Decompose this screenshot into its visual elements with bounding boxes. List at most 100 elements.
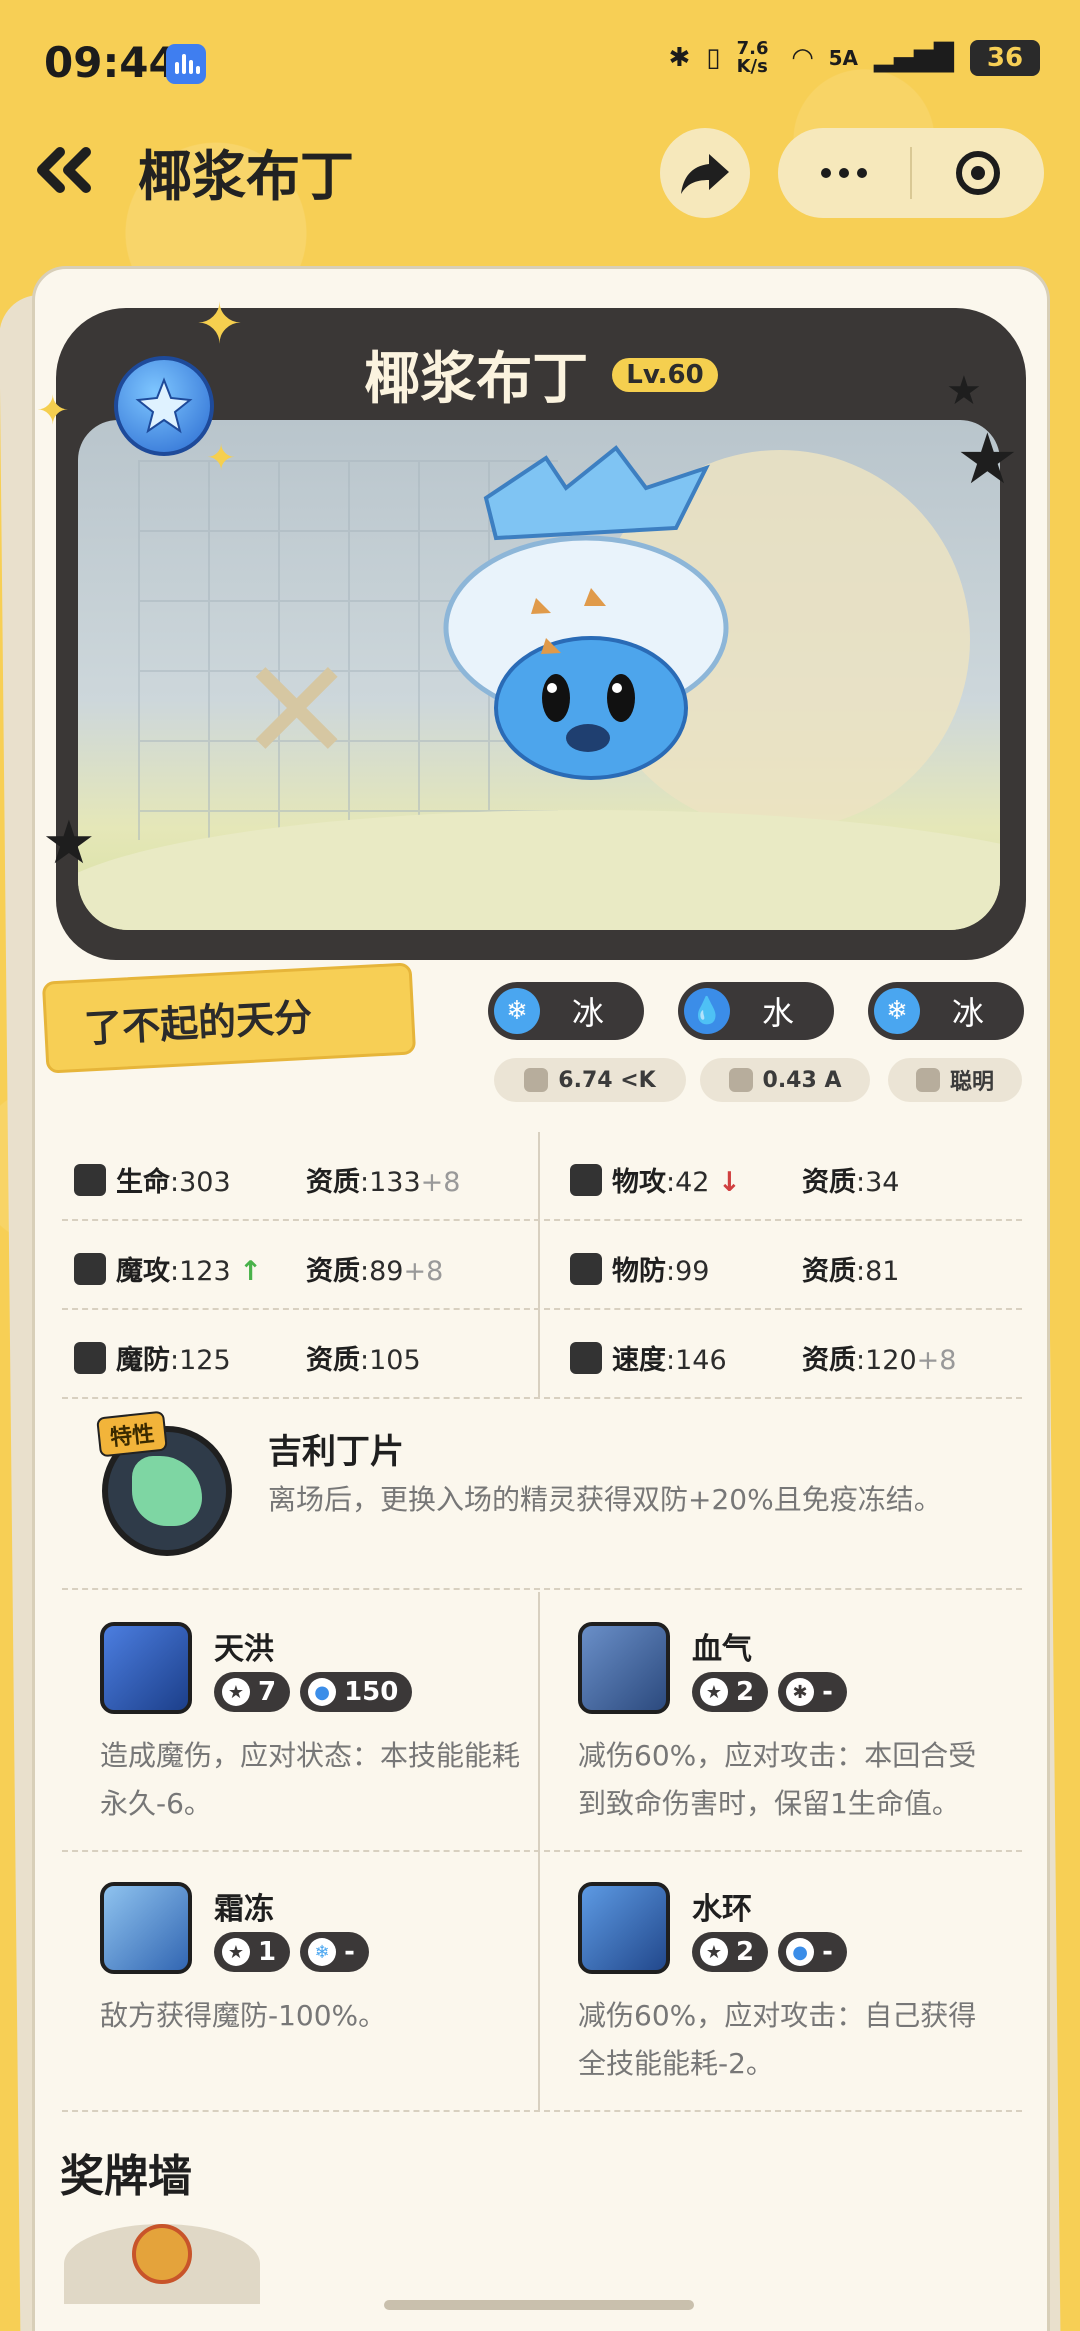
level-badge: Lv.60 bbox=[612, 357, 718, 392]
more-dots-icon bbox=[821, 168, 867, 178]
skill-pills: ★ 2 ● - bbox=[692, 1932, 847, 1972]
skill-star-pill: ★ 7 bbox=[214, 1672, 291, 1712]
skill-card[interactable]: 霜冻 ★ 1 ❄ - 敌方获得魔防-100%。 bbox=[62, 1852, 522, 2102]
miniprogram-capsule bbox=[778, 128, 1044, 218]
bluetooth-icon: ✱ bbox=[668, 43, 691, 73]
status-bar: 09:44 ✱ ▯ 7.6 K/s ◠ 5A ▂▄▆█ 36 bbox=[0, 0, 1080, 130]
quality-phys-def: 资质:81 bbox=[802, 1256, 900, 1287]
talent-ribbon: 了不起的天分 bbox=[24, 962, 417, 1074]
skill-star-pill: ★ 2 bbox=[692, 1932, 769, 1972]
heart-icon bbox=[74, 1163, 106, 1196]
skill-card[interactable]: 天洪 ★ 7 ● 150 造成魔伤，应对状态：本技能能耗永久-6。 bbox=[62, 1592, 522, 1842]
stats-row: 生命:303 资质:133+8 物攻:42 ↓ 资质:34 bbox=[62, 1132, 1022, 1221]
target-icon bbox=[956, 151, 1000, 195]
skill-description: 敌方获得魔防-100%。 bbox=[100, 1999, 387, 2032]
stat-phys-atk: 物攻:42 ↓ bbox=[570, 1160, 741, 1199]
black-star-decoration: ★ bbox=[42, 808, 96, 878]
medal-item[interactable] bbox=[64, 2224, 260, 2304]
water-drop-icon: ● bbox=[786, 1938, 815, 1966]
skill-card[interactable]: 血气 ★ 2 ✱ - 减伤60%，应对攻击：本回合受到致命伤害时，保留1生命值。 bbox=[540, 1592, 1000, 1842]
page-title: 椰浆布丁 bbox=[138, 145, 354, 208]
skill-flood-icon bbox=[100, 1622, 192, 1714]
personality-value: 聪明 bbox=[949, 1070, 994, 1095]
double-chevron-left-icon bbox=[37, 147, 91, 193]
skill-description: 减伤60%，应对攻击：自己获得全技能能耗-2。 bbox=[578, 1999, 977, 2080]
signal-icon: ▂▄▆█ bbox=[874, 43, 954, 73]
star-icon: ★ bbox=[222, 1938, 250, 1966]
skill-description: 造成魔伤，应对状态：本技能能耗永久-6。 bbox=[100, 1739, 521, 1820]
quality-speed: 资质:120+8 bbox=[802, 1345, 957, 1376]
star-icon bbox=[915, 1068, 940, 1092]
windmill-decoration: ✕ bbox=[238, 630, 356, 793]
weight-value: 6.74 <K bbox=[558, 1067, 656, 1093]
magic-shield-icon bbox=[74, 1341, 106, 1374]
trait-section: 特性 吉利丁片 离场后，更换入场的精灵获得双防+20%且免疫冻结。 bbox=[62, 1400, 1022, 1590]
water-drop-icon: 💧 bbox=[684, 988, 730, 1034]
status-time: 09:44 bbox=[44, 38, 178, 87]
quality-hp: 资质:133+8 bbox=[306, 1167, 461, 1198]
network-speed: 7.6 K/s bbox=[736, 38, 769, 77]
quality-magic-atk: 资质:89+8 bbox=[306, 1256, 444, 1287]
trait-name: 吉利丁片 bbox=[268, 1432, 404, 1472]
type-label: 冰 bbox=[571, 994, 604, 1032]
personality-pill: 聪明 bbox=[888, 1058, 1022, 1102]
trait-tag: 特性 bbox=[96, 1410, 168, 1458]
back-button[interactable] bbox=[30, 140, 100, 200]
black-star-decoration: ★ bbox=[946, 368, 982, 414]
snowflake-icon: ❄ bbox=[874, 988, 920, 1034]
wifi-icon: ◠ bbox=[792, 43, 813, 73]
skill-blood-icon bbox=[578, 1622, 670, 1714]
skill-name: 天洪 bbox=[214, 1632, 274, 1667]
close-miniprogram-button[interactable] bbox=[912, 128, 1044, 218]
ruler-icon bbox=[728, 1068, 753, 1092]
skill-name: 霜冻 bbox=[214, 1892, 274, 1927]
skill-card[interactable]: 水环 ★ 2 ● - 减伤60%，应对攻击：自己获得全技能能耗-2。 bbox=[540, 1852, 1000, 2102]
skill-cost-pill: ❄ - bbox=[300, 1932, 369, 1972]
gold-star-decoration: ✦ bbox=[196, 292, 243, 357]
share-arrow-icon bbox=[681, 154, 729, 194]
speed-icon bbox=[570, 1341, 602, 1374]
arrow-up-icon: ↑ bbox=[239, 1256, 262, 1287]
type-pill-3: ❄ 冰 bbox=[868, 982, 1024, 1040]
stat-magic-def: 魔防:125 bbox=[74, 1338, 231, 1377]
quality-phys-atk: 资质:34 bbox=[802, 1167, 900, 1198]
stat-magic-atk: 魔攻:123 ↑ bbox=[74, 1249, 262, 1288]
shield-icon bbox=[570, 1252, 602, 1285]
medal-icon bbox=[132, 2224, 192, 2284]
skill-water-ring-icon bbox=[578, 1882, 670, 1974]
stats-row: 魔攻:123 ↑ 资质:89+8 物防:99 资质:81 bbox=[62, 1221, 1022, 1310]
gold-star-decoration: ✦ bbox=[206, 438, 237, 479]
arrow-down-icon: ↓ bbox=[718, 1167, 741, 1198]
snowflake-icon: ❄ bbox=[308, 1938, 337, 1966]
share-button[interactable] bbox=[660, 128, 750, 218]
pet-illustration bbox=[443, 445, 729, 780]
home-indicator[interactable] bbox=[384, 2300, 694, 2310]
star-icon: ★ bbox=[700, 1678, 728, 1706]
weight-icon bbox=[524, 1068, 549, 1092]
skill-pills: ★ 1 ❄ - bbox=[214, 1932, 369, 1972]
normal-icon: ✱ bbox=[786, 1678, 815, 1706]
type-pill-2: 💧 水 bbox=[678, 982, 834, 1040]
battery-icon: 36 bbox=[970, 40, 1040, 76]
height-pill: 0.43 A bbox=[700, 1058, 870, 1102]
skill-name: 血气 bbox=[692, 1632, 752, 1667]
skill-cost-pill: ● 150 bbox=[300, 1672, 413, 1712]
gold-star-decoration: ✦ bbox=[36, 388, 70, 434]
type-pill-1: ❄ 冰 bbox=[488, 982, 644, 1040]
magic-wand-icon bbox=[74, 1252, 106, 1285]
system-icons: ✱ ▯ 7.6 K/s ◠ 5A ▂▄▆█ 36 bbox=[668, 38, 1040, 77]
hero-frame: ✕ 椰浆布丁 Lv.60 ✦ ✦ ✦ ★ ★ ★ bbox=[36, 292, 1026, 960]
quality-magic-def: 资质:105 bbox=[306, 1345, 421, 1376]
more-button[interactable] bbox=[778, 128, 910, 218]
stat-speed: 速度:146 bbox=[570, 1338, 727, 1377]
sword-icon bbox=[570, 1163, 602, 1196]
skill-cost-pill: ✱ - bbox=[778, 1672, 847, 1712]
vibrate-icon: ▯ bbox=[706, 43, 721, 73]
skill-name: 水环 bbox=[692, 1892, 752, 1927]
skill-description: 减伤60%，应对攻击：本回合受到致命伤害时，保留1生命值。 bbox=[578, 1739, 977, 1820]
skill-pills: ★ 7 ● 150 bbox=[214, 1672, 413, 1712]
type-label: 冰 bbox=[951, 994, 984, 1032]
type-label: 水 bbox=[761, 994, 794, 1032]
medal-wall-title: 奖牌墙 bbox=[60, 2151, 192, 2202]
star-icon: ★ bbox=[700, 1938, 728, 1966]
